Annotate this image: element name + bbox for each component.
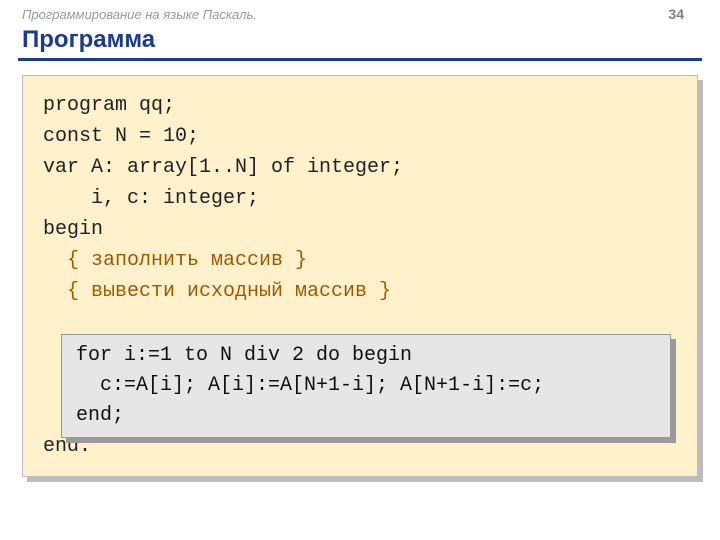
inner-code-line: c:=A[i]; A[i]:=A[N+1-i]; A[N+1-i]:=c; <box>76 371 658 401</box>
code-line: var A: array[1..N] of integer; <box>43 152 681 183</box>
code-line: program qq; <box>43 90 681 121</box>
page-title: Программа <box>0 24 720 58</box>
slide: Программирование на языке Паскаль. 34 Пр… <box>0 0 720 540</box>
header-bar: Программирование на языке Паскаль. 34 <box>0 0 720 24</box>
code-line: begin <box>43 214 681 245</box>
breadcrumb: Программирование на языке Паскаль. <box>22 7 257 22</box>
inner-code-line: end; <box>76 401 658 431</box>
code-comment: { вывести исходный массив } <box>43 276 681 307</box>
code-line: i, c: integer; <box>43 183 681 214</box>
title-underline <box>18 58 702 61</box>
code-comment: { заполнить массив } <box>43 245 681 276</box>
code-block-outer: program qq; const N = 10; var A: array[1… <box>22 75 698 477</box>
code-block-inner: for i:=1 to N div 2 do begin c:=A[i]; A[… <box>61 334 671 438</box>
code-line: const N = 10; <box>43 121 681 152</box>
inner-code-line: for i:=1 to N div 2 do begin <box>76 341 658 371</box>
code-block-main: program qq; const N = 10; var A: array[1… <box>22 75 698 477</box>
code-block-inner-outer: for i:=1 to N div 2 do begin c:=A[i]; A[… <box>61 334 671 438</box>
page-number: 34 <box>668 6 684 22</box>
